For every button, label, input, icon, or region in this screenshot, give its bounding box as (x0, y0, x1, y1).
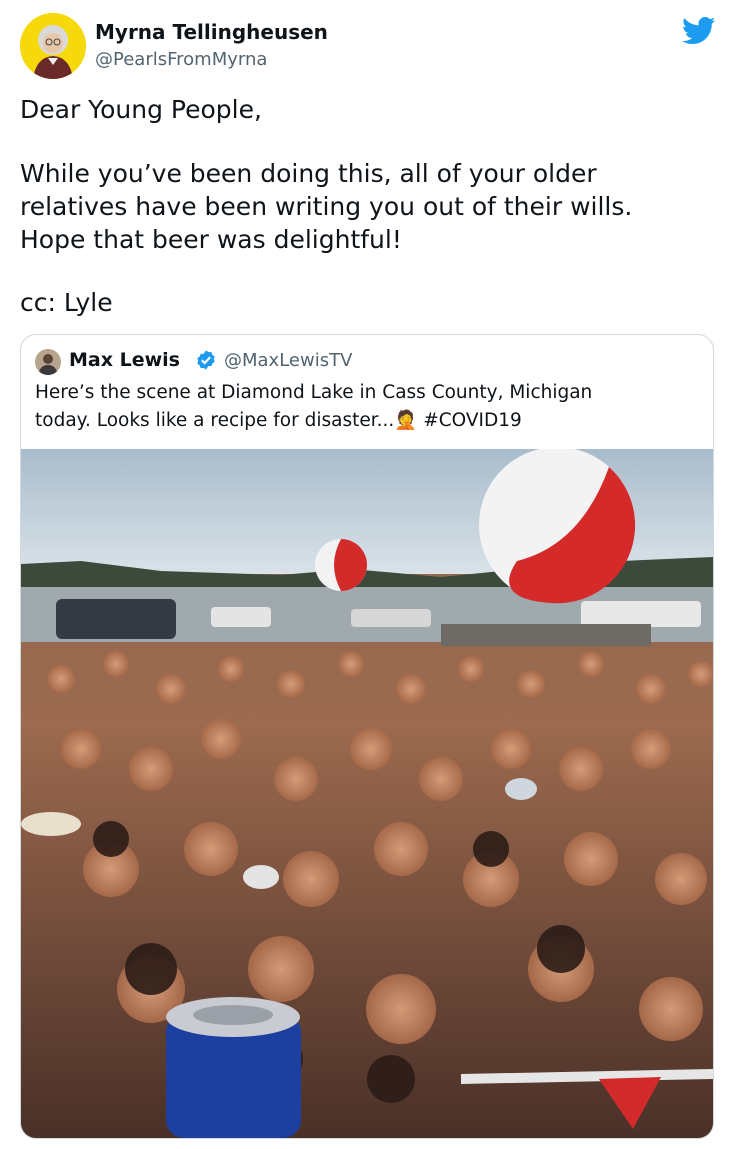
author-handle[interactable]: @PearlsFromMyrna (95, 49, 267, 70)
quoted-author-name[interactable]: Max Lewis (69, 349, 180, 371)
tweet-text-line: relatives have been writing you out of t… (20, 192, 633, 221)
tweet-text-line: Dear Young People, (20, 95, 262, 124)
quoted-tweet-text-line: today. Looks like a recipe for disaster.… (35, 410, 522, 431)
quoted-author-handle[interactable]: @MaxLewisTV (224, 350, 352, 371)
author-name[interactable]: Myrna Tellingheusen (95, 20, 328, 44)
tweet-text-line: Hope that beer was delightful! (20, 225, 402, 254)
quoted-author-avatar[interactable] (35, 349, 61, 375)
author-avatar[interactable] (20, 13, 86, 79)
tweet-text-line: While you’ve been doing this, all of you… (20, 159, 597, 188)
verified-badge-icon (197, 350, 215, 370)
person-avatar-icon (20, 13, 86, 79)
quoted-tweet-card[interactable]: Max Lewis @MaxLewisTV Here’s the scene a… (20, 334, 714, 1139)
tweet-text-line: cc: Lyle (20, 288, 113, 317)
quoted-tweet-photo[interactable] (21, 449, 713, 1138)
quoted-tweet-text-line: Here’s the scene at Diamond Lake in Cass… (35, 382, 593, 403)
twitter-bird-icon[interactable] (682, 16, 716, 46)
person-avatar-icon (35, 349, 61, 375)
